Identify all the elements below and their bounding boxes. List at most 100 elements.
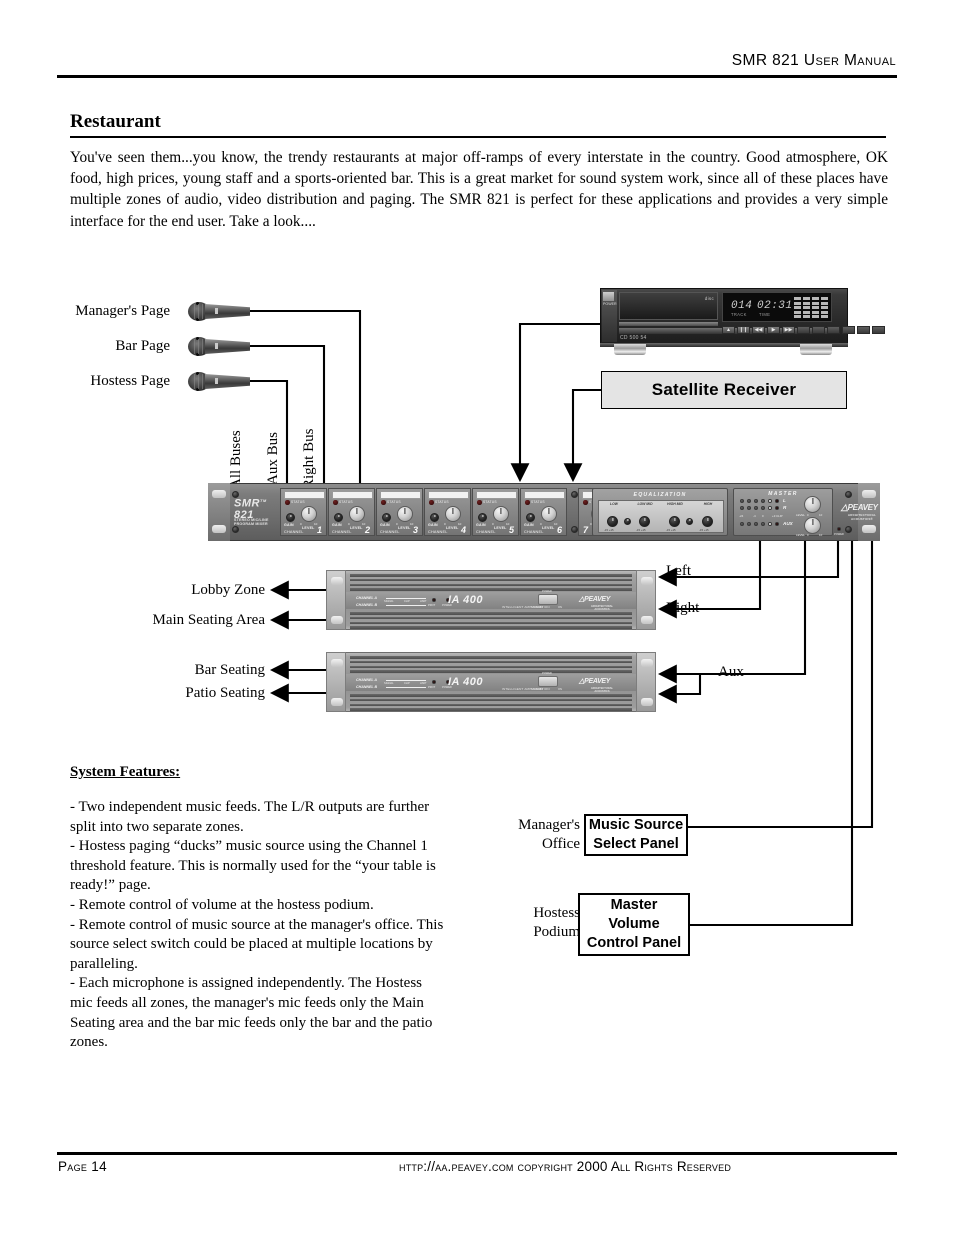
- eq-band-label: HIGH MID: [667, 502, 683, 506]
- master-l-led: [740, 499, 745, 504]
- cd-aux-button[interactable]: [827, 326, 840, 334]
- mixer-brand: SMRTM 821: [234, 495, 267, 521]
- page: SMR 821 User Manual Restaurant You've se…: [0, 0, 954, 1235]
- cd-aux-button[interactable]: [872, 326, 885, 334]
- channel-label-strip[interactable]: [380, 490, 421, 499]
- status-label: STATUS: [531, 500, 545, 504]
- amp-scale-limit: LIMIT: [420, 682, 427, 685]
- level-knob[interactable]: [301, 506, 317, 522]
- eq-range-label: -15 +15: [604, 528, 614, 532]
- gain-knob[interactable]: [286, 513, 295, 522]
- gain-knob[interactable]: [334, 513, 343, 522]
- feature-item: - Two independent music feeds. The L/R o…: [70, 799, 430, 835]
- amp-power-switch[interactable]: [538, 594, 558, 605]
- cd-forward-button[interactable]: ▶▶: [782, 326, 795, 334]
- amp-scale-signal: SIGNAL: [384, 600, 394, 603]
- amp-vent-slot: [350, 616, 632, 620]
- eq-band-label: LOW: [610, 502, 618, 506]
- channel-number: 6: [556, 525, 562, 535]
- footer-page-number: Page 14: [58, 1159, 107, 1174]
- amp-power-switch-label: POWER: [542, 590, 552, 593]
- output-label-aux: Aux: [718, 664, 744, 680]
- master-row-label-r: R: [783, 505, 787, 510]
- mixer-screw: [845, 491, 852, 498]
- cd-aux-button[interactable]: [842, 326, 855, 334]
- mic-body: [205, 339, 250, 354]
- level-label: LEVEL: [398, 526, 411, 530]
- panel-location-line2: Podium: [533, 924, 580, 940]
- master-lr-level-knob[interactable]: [804, 496, 821, 513]
- cd-rewind-button[interactable]: ◀◀: [752, 326, 765, 334]
- master-aux-led: [747, 522, 752, 527]
- level-knob[interactable]: [445, 506, 461, 522]
- eq-band-label: HIGH: [703, 502, 713, 506]
- amp-vent-slot: [350, 574, 632, 577]
- rack-screw-hole: [212, 490, 226, 498]
- channel-number: 4: [460, 525, 466, 535]
- amp-vent-slot: [350, 660, 632, 664]
- eq-band-high: HIGH: [695, 502, 721, 507]
- mixer-channel-5[interactable]: STATUS GAIN 0 10 LEVEL CHANNEL 5: [472, 488, 519, 536]
- cd-meter-bar: [794, 297, 801, 318]
- channel-label-strip[interactable]: [524, 490, 565, 499]
- amp-vents-bottom: [350, 694, 632, 713]
- eq-band-high-mid: HIGH MID: [662, 502, 688, 507]
- channel-label-strip[interactable]: [476, 490, 517, 499]
- eq-low-knob[interactable]: [607, 516, 618, 527]
- status-led: [477, 500, 482, 505]
- level-knob[interactable]: [541, 506, 557, 522]
- mic-grill-line: [198, 374, 199, 389]
- mixer-screw: [571, 491, 578, 498]
- mixer-channel-6[interactable]: STATUS GAIN 0 10 LEVEL CHANNEL 6: [520, 488, 567, 536]
- cd-aux-button[interactable]: [857, 326, 870, 334]
- mic-switch: [215, 308, 218, 314]
- eq-highmid-knob[interactable]: [669, 516, 680, 527]
- cd-tray[interactable]: disc: [619, 292, 718, 320]
- amp-vent-slot: [350, 670, 632, 673]
- level-knob[interactable]: [397, 506, 413, 522]
- eq-high-knob[interactable]: [702, 516, 713, 527]
- level-knob[interactable]: [493, 506, 509, 522]
- amp-scale-clip: CLIP: [404, 682, 410, 685]
- channel-word: CHANNEL: [428, 530, 448, 534]
- cd-pause-button[interactable]: ❙❙: [737, 326, 750, 334]
- gain-knob[interactable]: [430, 513, 439, 522]
- amp-scale-limit: LIMIT: [420, 600, 427, 603]
- cd-aux-button[interactable]: [797, 326, 810, 334]
- master-aux-level-knob[interactable]: [804, 517, 821, 534]
- channel-label-strip[interactable]: [428, 490, 469, 499]
- level-knob[interactable]: [349, 506, 365, 522]
- cd-aux-button[interactable]: [812, 326, 825, 334]
- cd-display: 014 TRACK 02:31 TIME: [722, 292, 832, 322]
- eq-freq-knob[interactable]: [624, 518, 631, 525]
- panel-location-line1: Hostess: [533, 905, 580, 921]
- channel-label-strip[interactable]: [332, 490, 373, 499]
- eq-lowmid-knob[interactable]: [639, 516, 650, 527]
- mixer-channel-1[interactable]: STATUS GAIN 0 10 LEVEL CHANNEL 1: [280, 488, 327, 536]
- features-title: System Features:: [70, 764, 181, 780]
- cd-transport-controls[interactable]: ▲ ❙❙ ◀◀ ▶ ▶▶: [722, 326, 885, 334]
- eq-range-label: -15 +15: [636, 528, 646, 532]
- cd-foot: [800, 344, 832, 355]
- gain-knob[interactable]: [382, 513, 391, 522]
- master-row-label-aux: AUX: [783, 521, 793, 526]
- gain-label: GAIN: [476, 523, 486, 527]
- gain-knob[interactable]: [478, 513, 487, 522]
- cd-eject-button[interactable]: ▲: [722, 326, 735, 334]
- mic-switch: [215, 343, 218, 349]
- mixer-channel-2[interactable]: STATUS GAIN 0 10 LEVEL CHANNEL 2: [328, 488, 375, 536]
- amp-channel-b-meter: [386, 687, 426, 688]
- eq-freq-knob[interactable]: [686, 518, 693, 525]
- master-scale-tick: -4: [753, 514, 756, 518]
- microphone-hostess: [188, 372, 250, 391]
- gain-knob[interactable]: [526, 513, 535, 522]
- music-source-select-panel[interactable]: Music Source Select Panel: [584, 814, 688, 856]
- master-volume-control-panel[interactable]: Master Volume Control Panel: [578, 893, 690, 956]
- mixer-channel-4[interactable]: STATUS GAIN 0 10 LEVEL CHANNEL 4: [424, 488, 471, 536]
- mixer-channel-3[interactable]: STATUS GAIN 0 10 LEVEL CHANNEL 3: [376, 488, 423, 536]
- channel-label-strip[interactable]: [284, 490, 325, 499]
- cd-play-button[interactable]: ▶: [767, 326, 780, 334]
- amp-power-switch[interactable]: [538, 676, 558, 687]
- cd-power-button[interactable]: [603, 292, 614, 301]
- amp-rack-ear-right: [636, 652, 656, 712]
